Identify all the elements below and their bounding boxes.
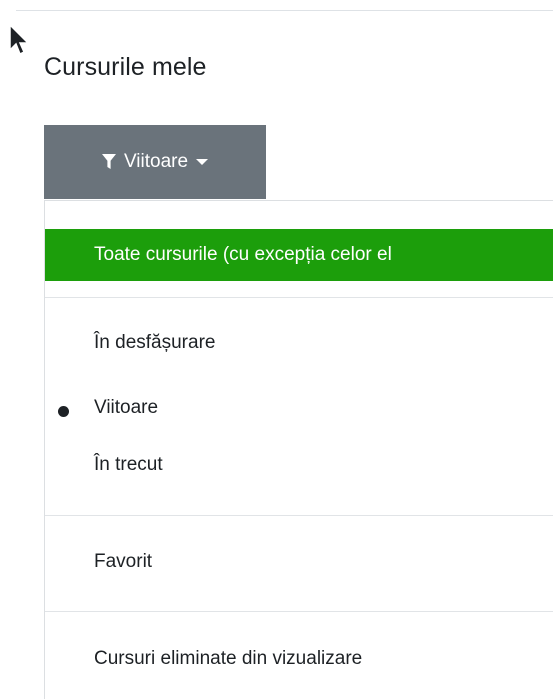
page: Cursurile mele Viitoare Toate cursurile … bbox=[0, 0, 553, 699]
menu-divider bbox=[45, 611, 553, 612]
top-divider bbox=[16, 10, 553, 11]
menu-item-all-courses[interactable]: Toate cursurile (cu excepția celor el bbox=[45, 229, 553, 281]
menu-item-in-progress[interactable]: În desfășurare bbox=[45, 332, 553, 354]
menu-item-favourites[interactable]: Favorit bbox=[45, 551, 553, 573]
menu-item-past[interactable]: În trecut bbox=[45, 454, 553, 476]
mouse-cursor-icon bbox=[9, 24, 29, 56]
course-filter-dropdown-button[interactable]: Viitoare bbox=[44, 125, 266, 199]
menu-divider bbox=[45, 297, 553, 298]
menu-item-future[interactable]: Viitoare bbox=[45, 397, 553, 419]
menu-divider bbox=[45, 515, 553, 516]
caret-down-icon bbox=[196, 158, 209, 166]
filter-button-label: Viitoare bbox=[123, 151, 189, 172]
course-filter-menu: Toate cursurile (cu excepția celor el În… bbox=[44, 200, 553, 699]
filter-icon bbox=[101, 154, 116, 170]
page-title: Cursurile mele bbox=[44, 53, 207, 81]
menu-item-hidden-courses[interactable]: Cursuri eliminate din vizualizare bbox=[45, 648, 553, 670]
